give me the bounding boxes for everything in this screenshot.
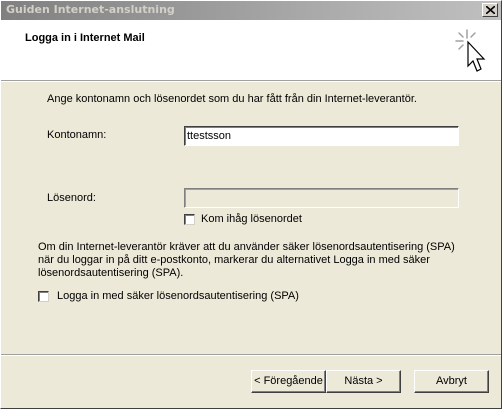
title-bar[interactable]: Guiden Internet-anslutning [1, 1, 501, 20]
spa-checkbox[interactable] [38, 291, 49, 302]
next-button[interactable]: Nästa > [326, 370, 401, 393]
password-label: Lösenord: [47, 192, 96, 204]
intro-text: Ange kontonamn och lösenordet som du har… [47, 93, 417, 105]
account-name-input[interactable] [184, 126, 459, 146]
account-name-label: Kontonamn: [47, 129, 107, 141]
footer-separator [1, 354, 501, 356]
cancel-button[interactable]: Avbryt [414, 370, 489, 393]
header-separator [1, 80, 501, 82]
window-title: Guiden Internet-anslutning [6, 3, 175, 16]
close-icon [486, 6, 495, 14]
spa-description-line: lösenordsautentisering (SPA). [38, 267, 184, 279]
remember-password-label[interactable]: Kom ihåg lösenordet [201, 213, 302, 225]
spa-checkbox-label[interactable]: Logga in med säker lösenordsautentiserin… [57, 290, 299, 302]
wizard-window: Guiden Internet-anslutning Logga in i In… [0, 0, 502, 409]
wizard-header: Logga in i Internet Mail [1, 20, 501, 80]
remember-password-checkbox[interactable] [184, 214, 195, 225]
spa-description: Om din Internet-leverantör kräver att du… [38, 241, 468, 280]
wizard-sparkle-cursor-icon [455, 29, 486, 72]
back-button[interactable]: < Föregående [251, 370, 326, 393]
spa-description-line: när du loggar in på ditt e-postkonto, ma… [38, 254, 430, 266]
spa-description-line: Om din Internet-leverantör kräver att du… [38, 241, 455, 253]
page-title: Logga in i Internet Mail [25, 32, 145, 44]
close-button[interactable] [482, 3, 498, 17]
password-input[interactable] [184, 188, 459, 208]
